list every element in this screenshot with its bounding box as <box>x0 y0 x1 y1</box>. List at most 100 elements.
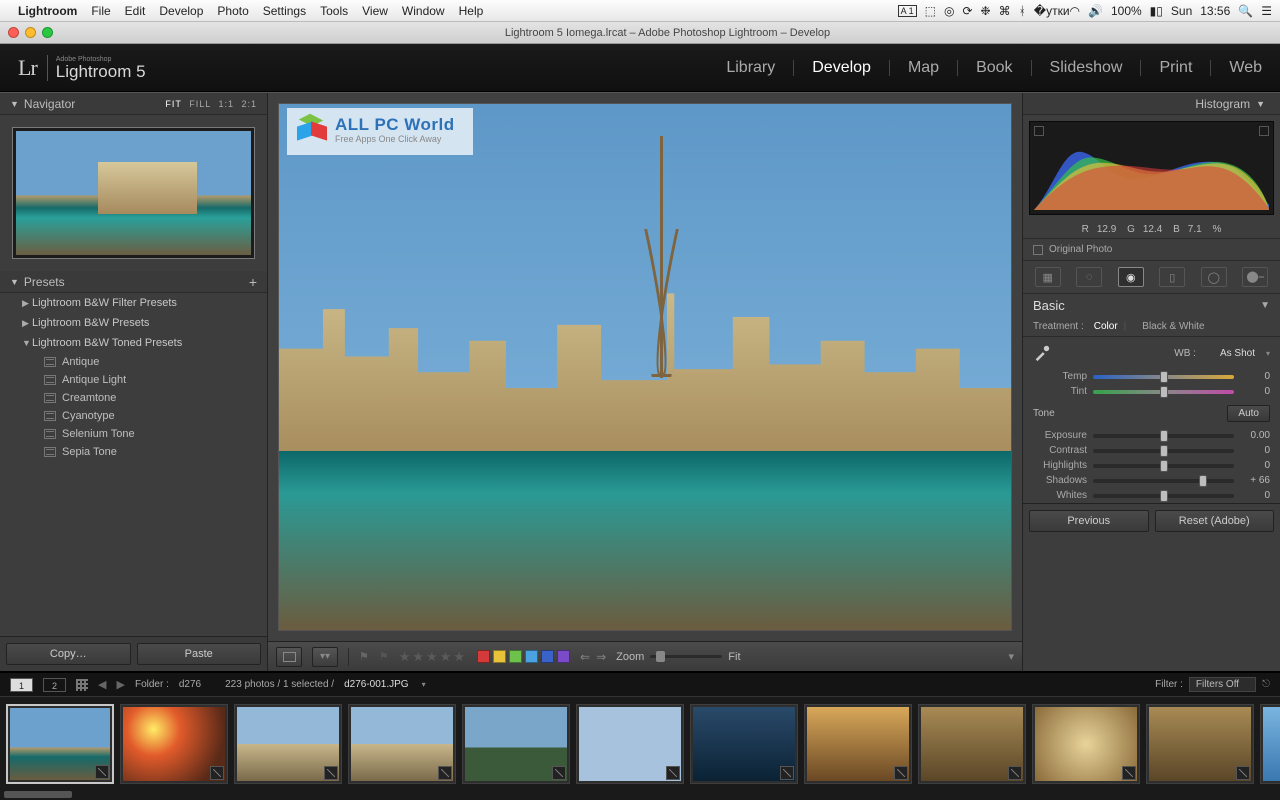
basic-panel-header[interactable]: Basic ▼ <box>1023 294 1280 317</box>
redeye-tool-icon[interactable]: ◉ <box>1118 267 1144 287</box>
current-filename[interactable]: d276-001.JPG <box>344 679 409 690</box>
clock-time[interactable]: 13:56 <box>1200 4 1230 18</box>
nav-fwd-icon[interactable]: ▶ <box>117 678 125 691</box>
paste-button[interactable]: Paste <box>137 643 262 665</box>
preset-item[interactable]: Creamtone <box>0 389 267 407</box>
treatment-color[interactable]: Color <box>1094 321 1118 332</box>
module-library[interactable]: Library <box>726 59 775 77</box>
navigator-zoom-options[interactable]: FIT FILL 1:1 2:1 <box>161 99 257 109</box>
dropbox-tray-icon[interactable]: ⬚ <box>925 4 936 18</box>
preset-group[interactable]: ▶Lightroom B&W Filter Presets <box>0 293 267 313</box>
filmstrip-thumb[interactable] <box>690 704 798 784</box>
tone-slider[interactable]: Exposure0.00 <box>1023 428 1280 443</box>
menu-settings[interactable]: Settings <box>263 4 306 18</box>
menu-view[interactable]: View <box>362 4 388 18</box>
rating-stars[interactable]: ★★★★★ <box>399 649 467 665</box>
battery-percent[interactable]: 100% <box>1111 4 1142 18</box>
secondary-display-button[interactable]: 2 <box>43 678 66 692</box>
filmstrip-thumb[interactable] <box>234 704 342 784</box>
notification-center-icon[interactable]: ☰ <box>1261 4 1272 18</box>
window-zoom-button[interactable] <box>42 27 53 38</box>
volume-tray-icon[interactable]: 🔊 <box>1088 4 1103 18</box>
filmstrip[interactable] <box>0 696 1280 790</box>
treatment-bw[interactable]: Black & White <box>1142 321 1204 332</box>
window-close-button[interactable] <box>8 27 19 38</box>
image-canvas[interactable]: ALL PC World Free Apps One Click Away <box>278 103 1012 631</box>
crop-tool-icon[interactable]: ▦ <box>1035 267 1061 287</box>
evernote-tray-icon[interactable]: ❉ <box>981 4 991 18</box>
module-map[interactable]: Map <box>908 59 939 77</box>
copy-button[interactable]: Copy… <box>6 643 131 665</box>
prev-photo-icon[interactable]: ⇐ <box>580 650 590 664</box>
spot-tool-icon[interactable]: ◌ <box>1076 267 1102 287</box>
radial-tool-icon[interactable]: ◯ <box>1201 267 1227 287</box>
adobe-tray-icon[interactable]: A1 <box>898 5 917 17</box>
flag-reject-icon[interactable]: ⚑ <box>379 650 389 663</box>
tone-slider[interactable]: Whites0 <box>1023 488 1280 503</box>
filmstrip-thumb[interactable] <box>1146 704 1254 784</box>
folder-name[interactable]: d276 <box>179 679 201 690</box>
module-develop[interactable]: Develop <box>812 59 871 77</box>
before-after-button[interactable]: ▾▾ <box>312 647 338 667</box>
preset-item[interactable]: Sepia Tone <box>0 443 267 461</box>
filmstrip-thumb[interactable] <box>1260 704 1280 784</box>
histogram-chart[interactable] <box>1029 121 1274 215</box>
link-tray-icon[interactable]: ⌘ <box>999 4 1011 18</box>
filmstrip-thumb[interactable] <box>348 704 456 784</box>
menu-photo[interactable]: Photo <box>217 4 248 18</box>
window-minimize-button[interactable] <box>25 27 36 38</box>
filmstrip-scrollbar[interactable] <box>0 790 1280 800</box>
module-print[interactable]: Print <box>1159 59 1192 77</box>
battery-icon[interactable]: ▮▯ <box>1150 4 1163 18</box>
filmstrip-thumb[interactable] <box>918 704 1026 784</box>
histogram-header[interactable]: Histogram ▼ <box>1023 93 1280 115</box>
menu-edit[interactable]: Edit <box>125 4 146 18</box>
menu-window[interactable]: Window <box>402 4 445 18</box>
filmstrip-thumb[interactable] <box>1032 704 1140 784</box>
filter-lock-icon[interactable]: ⎋ <box>1262 679 1270 690</box>
spotlight-icon[interactable]: 🔍 <box>1238 4 1253 18</box>
filmstrip-thumb[interactable] <box>804 704 912 784</box>
preset-item[interactable]: Cyanotype <box>0 407 267 425</box>
cc-tray-icon[interactable]: ◎ <box>944 4 954 18</box>
toolbar-menu-icon[interactable]: ▾ <box>1008 650 1014 663</box>
menu-file[interactable]: File <box>91 4 110 18</box>
primary-display-button[interactable]: 1 <box>10 678 33 692</box>
sync-tray-icon[interactable]: ⟳ <box>962 4 972 18</box>
filmstrip-thumb[interactable] <box>576 704 684 784</box>
preset-item[interactable]: Antique Light <box>0 371 267 389</box>
tone-slider[interactable]: Contrast0 <box>1023 443 1280 458</box>
auto-tone-button[interactable]: Auto <box>1227 405 1270 422</box>
tone-slider[interactable]: Shadows+ 66 <box>1023 473 1280 488</box>
zoom-control[interactable]: Zoom Fit <box>616 651 740 663</box>
preset-item[interactable]: Selenium Tone <box>0 425 267 443</box>
checkbox-icon[interactable] <box>1033 245 1043 255</box>
nav-back-icon[interactable]: ◀ <box>98 678 106 691</box>
temp-slider[interactable]: Temp 0 <box>1023 369 1280 384</box>
filmstrip-thumb[interactable] <box>462 704 570 784</box>
wifi-tray-icon[interactable]: �утки◠ <box>1034 4 1080 18</box>
app-menu[interactable]: Lightroom <box>18 4 77 18</box>
eyedropper-icon[interactable] <box>1033 343 1051 363</box>
filmstrip-thumb[interactable] <box>6 704 114 784</box>
clip-highlights-icon[interactable] <box>1259 126 1269 136</box>
menu-tools[interactable]: Tools <box>320 4 348 18</box>
module-web[interactable]: Web <box>1229 59 1262 77</box>
grad-tool-icon[interactable]: ▯ <box>1159 267 1185 287</box>
navigator-header[interactable]: ▼ Navigator FIT FILL 1:1 2:1 <box>0 93 267 115</box>
clock-day[interactable]: Sun <box>1171 4 1192 18</box>
module-book[interactable]: Book <box>976 59 1012 77</box>
filter-select[interactable]: Filters Off <box>1189 677 1256 692</box>
preset-group[interactable]: ▼Lightroom B&W Toned Presets <box>0 333 267 353</box>
module-slideshow[interactable]: Slideshow <box>1050 59 1123 77</box>
filmstrip-thumb[interactable] <box>120 704 228 784</box>
preset-group[interactable]: ▶Lightroom B&W Presets <box>0 313 267 333</box>
original-photo-toggle[interactable]: Original Photo <box>1023 239 1280 261</box>
color-labels[interactable] <box>477 650 570 663</box>
navigator-thumbnail[interactable] <box>12 127 255 259</box>
wb-preset-select[interactable]: As Shot <box>1220 348 1255 359</box>
tone-slider[interactable]: Highlights0 <box>1023 458 1280 473</box>
presets-header[interactable]: ▼ Presets + <box>0 271 267 293</box>
add-preset-icon[interactable]: + <box>249 274 257 290</box>
menu-help[interactable]: Help <box>459 4 484 18</box>
